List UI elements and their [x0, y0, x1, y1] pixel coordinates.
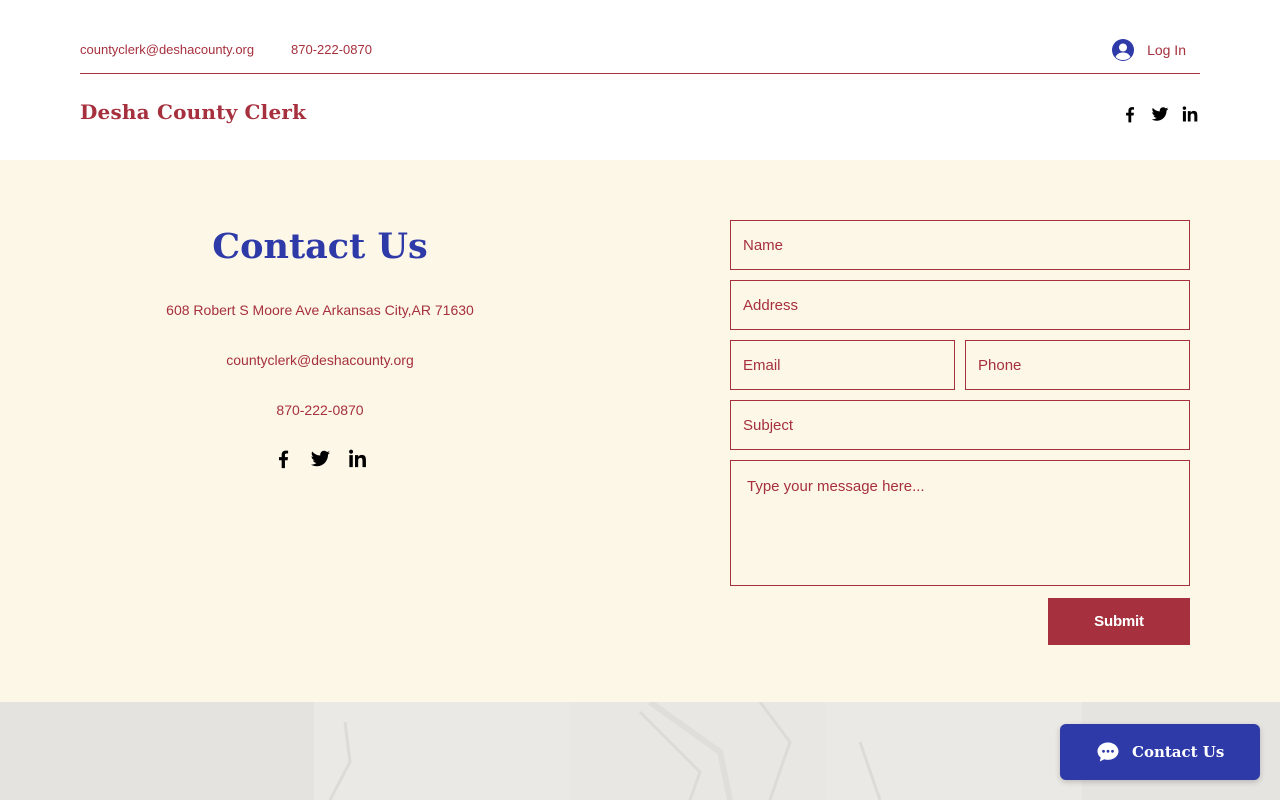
top-bar: countyclerk@deshacounty.org 870-222-0870… — [80, 0, 1200, 74]
facebook-icon[interactable] — [272, 447, 295, 470]
contact-phone: 870-222-0870 — [276, 402, 364, 418]
contact-social-bar — [272, 447, 369, 470]
twitter-icon[interactable] — [309, 447, 332, 470]
name-input[interactable] — [730, 220, 1190, 270]
chat-widget-label: Contact Us — [1132, 743, 1225, 761]
message-textarea[interactable] — [730, 460, 1190, 586]
facebook-icon[interactable] — [1120, 104, 1140, 124]
user-avatar-icon — [1112, 39, 1135, 61]
login-button[interactable]: Log In — [1111, 38, 1186, 62]
chat-bubble-icon — [1097, 742, 1119, 762]
address-input[interactable] — [730, 280, 1190, 330]
twitter-icon[interactable] — [1150, 104, 1170, 124]
submit-button[interactable]: Submit — [1048, 598, 1190, 645]
linkedin-icon[interactable] — [346, 447, 369, 470]
email-input[interactable] — [730, 340, 955, 390]
contact-address: 608 Robert S Moore Ave Arkansas City,AR … — [166, 302, 474, 318]
header-social-bar — [1120, 104, 1200, 124]
login-label: Log In — [1147, 42, 1186, 58]
phone-input[interactable] — [965, 340, 1190, 390]
site-title[interactable]: Desha County Clerk — [80, 100, 306, 124]
contact-email-link[interactable]: countyclerk@deshacounty.org — [100, 352, 540, 368]
chat-widget-button[interactable]: Contact Us — [1060, 724, 1260, 780]
contact-title: Contact Us — [212, 226, 428, 267]
header-phone-link[interactable]: 870-222-0870 — [291, 42, 372, 57]
contact-section: Contact Us 608 Robert S Moore Ave Arkans… — [0, 160, 1280, 702]
linkedin-icon[interactable] — [1180, 104, 1200, 124]
header-email-link[interactable]: countyclerk@deshacounty.org — [80, 42, 254, 57]
subject-input[interactable] — [730, 400, 1190, 450]
